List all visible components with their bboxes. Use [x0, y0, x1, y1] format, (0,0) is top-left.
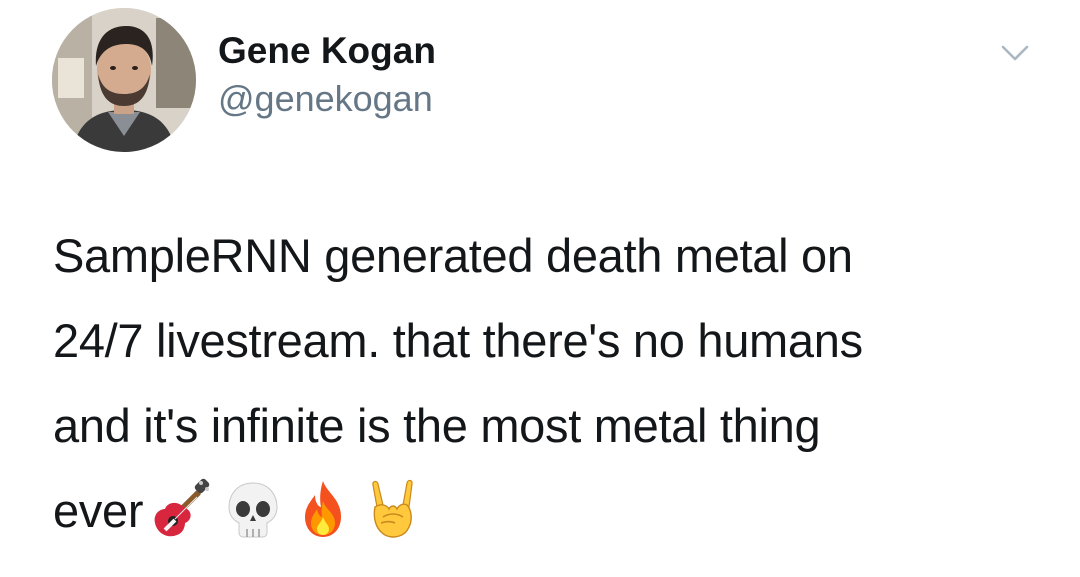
tweet-text-line: and it's infinite is the most metal thin…	[53, 399, 821, 452]
tweet-header: Gene Kogan @genekogan	[52, 8, 1052, 153]
author-names: Gene Kogan @genekogan	[218, 30, 436, 120]
skull-icon	[221, 477, 285, 541]
fire-icon	[291, 477, 355, 541]
tweet-text: SampleRNN generated death metal on 24/7 …	[53, 213, 1053, 553]
author-handle[interactable]: @genekogan	[218, 78, 436, 120]
tweet-text-word: ever	[53, 484, 144, 537]
tweet-text-line: SampleRNN generated death metal on	[53, 229, 853, 282]
sign-of-the-horns-icon	[361, 477, 425, 541]
tweet-text-line: 24/7 livestream. that there's no humans	[53, 314, 863, 367]
tweet-text-line-last: ever	[53, 468, 1053, 553]
chevron-down-icon[interactable]	[1000, 42, 1030, 64]
avatar-photo	[52, 8, 196, 152]
tweet-card: Gene Kogan @genekogan SampleRNN generate…	[0, 0, 1080, 577]
author-display-name[interactable]: Gene Kogan	[218, 30, 436, 72]
avatar[interactable]	[52, 8, 196, 152]
emoji-row	[151, 478, 425, 547]
guitar-icon	[151, 477, 215, 541]
